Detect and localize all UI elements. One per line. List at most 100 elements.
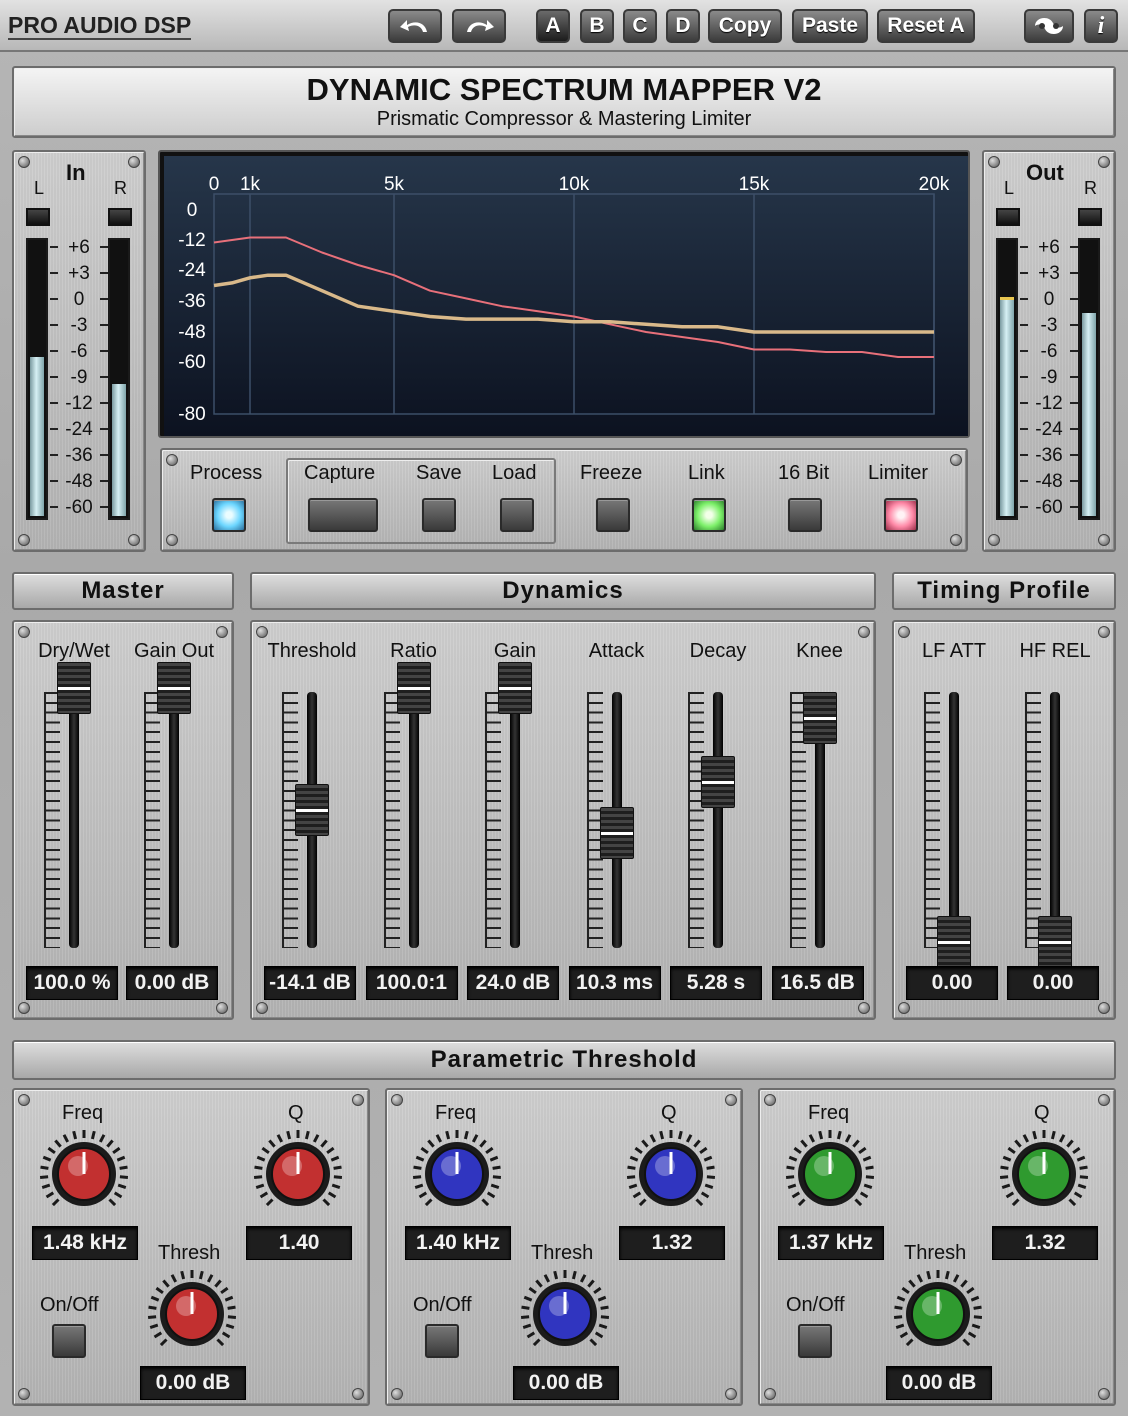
timing-fader-track[interactable] <box>1050 692 1060 948</box>
dynamics-fader-value[interactable]: 5.28 s <box>670 966 762 1000</box>
spectrum-x-tick-label: 0 <box>209 174 220 195</box>
freeze-toggle[interactable] <box>596 498 630 532</box>
dynamics-fader-handle[interactable] <box>295 783 329 836</box>
band-freq-knob[interactable] <box>38 1128 130 1220</box>
fader-scale <box>1025 692 1041 948</box>
band-thresh-value[interactable]: 0.00 dB <box>140 1366 246 1400</box>
dynamics-fader-handle[interactable] <box>599 806 634 859</box>
master-fader-label: Dry/Wet <box>38 640 110 662</box>
master-fader-label: Gain Out <box>133 640 215 662</box>
16bit-toggle[interactable] <box>788 498 822 532</box>
spectrum-display[interactable]: 0 1k 5k 10k 15k 20k 0 -12 -24 -36 -48 -60 -80 <box>158 150 970 438</box>
capture-button[interactable] <box>308 498 378 532</box>
timing-fader-label: LF ATT <box>921 640 987 662</box>
master-fader-track[interactable] <box>169 692 179 948</box>
master-fader-handle[interactable] <box>57 662 91 714</box>
meter-bar-r <box>1078 238 1100 520</box>
dynamics-fader-value[interactable]: -14.1 dB <box>264 966 356 1000</box>
band-onoff-toggle[interactable] <box>52 1324 86 1358</box>
band-onoff-toggle[interactable] <box>425 1324 459 1358</box>
reset-button[interactable]: Reset A <box>877 9 975 43</box>
band-q-knob[interactable] <box>625 1128 717 1220</box>
band-q-value[interactable]: 1.40 <box>246 1226 352 1260</box>
preset-b-button[interactable]: B <box>580 9 614 43</box>
meter-scale-tick <box>50 428 58 430</box>
dynamics-fader-value[interactable]: 16.5 dB <box>771 966 864 1000</box>
master-fader-value[interactable]: 0.00 dB <box>126 966 218 1000</box>
timing-fader-handle[interactable] <box>937 916 971 968</box>
band-thresh-value[interactable]: 0.00 dB <box>886 1366 992 1400</box>
band-thresh-knob[interactable] <box>892 1268 984 1360</box>
screw <box>950 454 962 466</box>
band-freq-value[interactable]: 1.48 kHz <box>32 1226 138 1260</box>
meter-scale-label: +3 <box>1038 263 1060 284</box>
dynamics-fader-track[interactable] <box>713 692 723 948</box>
undo-button[interactable] <box>388 9 442 43</box>
timing-fader-value[interactable]: 0.00 <box>1007 966 1099 1000</box>
logo-button[interactable] <box>1024 9 1074 43</box>
preset-c-button[interactable]: C <box>623 9 657 43</box>
band-q-knob[interactable] <box>252 1128 344 1220</box>
info-button[interactable]: i <box>1084 9 1118 43</box>
band-freq-value[interactable]: 1.40 kHz <box>405 1226 511 1260</box>
clip-indicator[interactable] <box>108 208 132 226</box>
meter-scale-label: -36 <box>65 445 93 466</box>
meter-scale-label: +3 <box>68 263 90 284</box>
timing-fader-value[interactable]: 0.00 <box>906 966 998 1000</box>
band-q-knob[interactable] <box>998 1128 1090 1220</box>
band-panel-1: Freq Q 1.48 kHz 1.40 Thresh On/Off 0.00 dB <box>12 1088 370 1406</box>
band-q-value[interactable]: 1.32 <box>992 1226 1098 1260</box>
load-button[interactable] <box>500 498 534 532</box>
limiter-toggle[interactable] <box>884 498 918 532</box>
paste-button[interactable]: Paste <box>792 9 868 43</box>
input-meter-panel: In L R +6 +3 0 -3 -6 -9 -12 -24 -36 -48 -60 <box>12 150 146 552</box>
band-thresh-value[interactable]: 0.00 dB <box>513 1366 619 1400</box>
dynamics-panel: Threshold -14.1 dB Ratio 100.0:1 Gain 24.0 dB… <box>250 620 876 1020</box>
band-q-value[interactable]: 1.32 <box>619 1226 725 1260</box>
dynamics-fader-value[interactable]: 100.0:1 <box>365 966 458 1000</box>
preset-a-button[interactable]: A <box>536 9 570 43</box>
meter-scale-tick <box>100 298 108 300</box>
band-q-label: Q <box>1034 1102 1050 1124</box>
master-fader-handle[interactable] <box>157 662 191 714</box>
clip-indicator[interactable] <box>26 208 50 226</box>
band-freq-knob[interactable] <box>411 1128 503 1220</box>
fader-scale <box>383 692 400 948</box>
clip-indicator[interactable] <box>1078 208 1102 226</box>
band-thresh-knob[interactable] <box>519 1268 611 1360</box>
dynamics-fader-handle[interactable] <box>498 662 532 714</box>
band-freq-value[interactable]: 1.37 kHz <box>778 1226 884 1260</box>
master-fader-track[interactable] <box>69 692 79 948</box>
dynamics-fader-handle[interactable] <box>396 662 431 714</box>
spectrum-y-tick-label: -36 <box>178 291 205 312</box>
link-toggle[interactable] <box>692 498 726 532</box>
save-button[interactable] <box>422 498 456 532</box>
redo-button[interactable] <box>452 9 506 43</box>
meter-scale-tick <box>1020 324 1028 326</box>
meter-scale-tick <box>100 324 108 326</box>
clip-indicator[interactable] <box>996 208 1020 226</box>
copy-button[interactable]: Copy <box>708 9 782 43</box>
timing-fader-track[interactable] <box>949 692 959 948</box>
fader-scale <box>924 692 940 948</box>
dynamics-fader-handle[interactable] <box>802 692 837 745</box>
dynamics-fader-track[interactable] <box>510 692 520 948</box>
master-fader-value[interactable]: 100.0 % <box>26 966 118 1000</box>
band-thresh-knob[interactable] <box>146 1268 238 1360</box>
title-panel: DYNAMIC SPECTRUM MAPPER V2 Prismatic Com… <box>12 66 1116 138</box>
meter-channel-l: L <box>34 178 45 198</box>
screw <box>1098 156 1110 168</box>
dynamics-fader-value[interactable]: 24.0 dB <box>467 966 559 1000</box>
band-onoff-toggle[interactable] <box>798 1324 832 1358</box>
dynamics-fader-handle[interactable] <box>701 755 735 808</box>
meter-scale-tick <box>50 506 58 508</box>
dynamics-fader-value[interactable]: 10.3 ms <box>568 966 661 1000</box>
dynamics-fader-track[interactable] <box>408 692 419 948</box>
timing-fader-handle[interactable] <box>1038 916 1072 968</box>
band-freq-knob[interactable] <box>784 1128 876 1220</box>
process-toggle[interactable] <box>212 498 246 532</box>
preset-d-button[interactable]: D <box>666 9 700 43</box>
band-onoff-label: On/Off <box>413 1294 472 1316</box>
band-thresh-label: Thresh <box>158 1242 221 1264</box>
screw <box>858 1002 870 1014</box>
